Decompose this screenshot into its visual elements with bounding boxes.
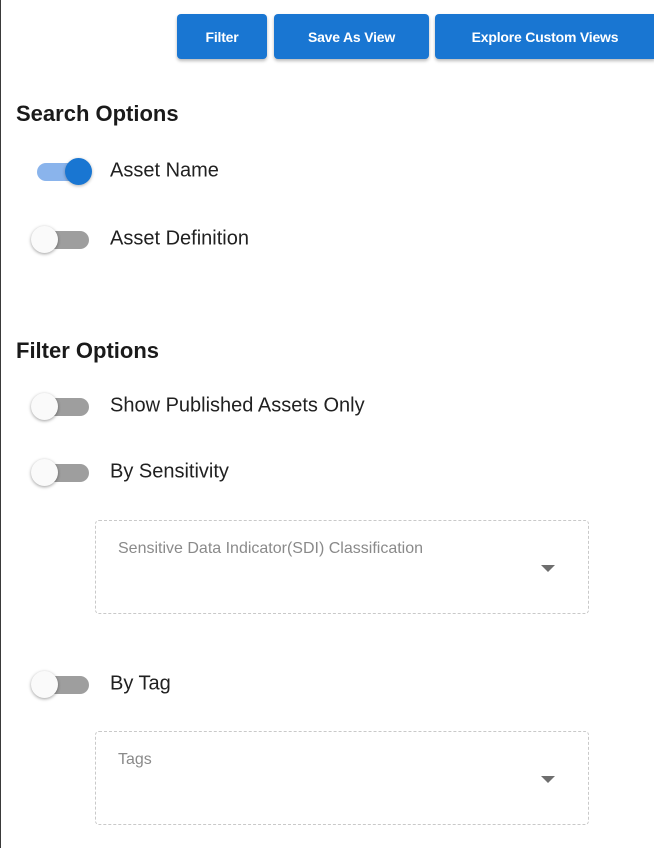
sensitivity-option: By Sensitivity: [31, 452, 229, 492]
asset-definition-option: Asset Definition: [31, 219, 249, 259]
asset-definition-label: Asset Definition: [110, 227, 249, 250]
tags-select[interactable]: Tags: [95, 731, 589, 825]
sensitivity-label: By Sensitivity: [110, 460, 229, 483]
caret-down-icon: [541, 565, 555, 572]
search-options-heading: Search Options: [16, 101, 179, 126]
asset-name-label: Asset Name: [110, 159, 219, 182]
toggle-thumb: [31, 671, 58, 698]
asset-name-toggle[interactable]: [31, 151, 92, 191]
toggle-thumb: [31, 459, 58, 486]
caret-down-icon: [541, 776, 555, 783]
explore-custom-views-button[interactable]: Explore Custom Views: [435, 14, 654, 59]
toggle-thumb: [31, 393, 58, 420]
asset-name-option: Asset Name: [31, 151, 219, 191]
asset-definition-toggle[interactable]: [31, 219, 91, 259]
filter-options-heading: Filter Options: [16, 338, 159, 363]
tag-toggle[interactable]: [31, 664, 91, 704]
sdi-classification-select[interactable]: Sensitive Data Indicator(SDI) Classifica…: [95, 520, 589, 614]
toggle-thumb: [31, 226, 58, 253]
published-only-option: Show Published Assets Only: [31, 386, 365, 426]
sdi-select-placeholder: Sensitive Data Indicator(SDI) Classifica…: [118, 540, 424, 557]
filter-button[interactable]: Filter: [177, 14, 267, 59]
sensitivity-toggle[interactable]: [31, 452, 91, 492]
tag-option: By Tag: [31, 664, 171, 704]
tags-select-placeholder: Tags: [118, 751, 152, 768]
filter-panel: Filter Save As View Explore Custom Views…: [0, 0, 654, 848]
published-only-label: Show Published Assets Only: [110, 394, 365, 417]
toggle-thumb: [65, 158, 92, 185]
tag-label: By Tag: [110, 672, 171, 695]
save-as-view-button[interactable]: Save As View: [274, 14, 429, 59]
published-only-toggle[interactable]: [31, 386, 91, 426]
